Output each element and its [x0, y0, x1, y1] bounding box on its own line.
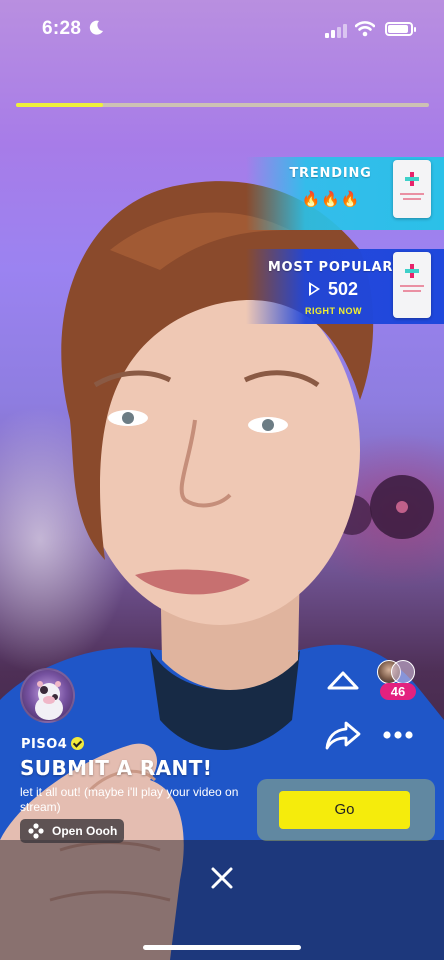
- play-count: 502: [276, 279, 391, 300]
- moon-icon: [89, 20, 103, 35]
- wifi-icon: [355, 21, 375, 37]
- creator-avatar[interactable]: [20, 668, 75, 723]
- battery-level-fill: [388, 25, 408, 33]
- verified-badge-icon: [71, 737, 85, 750]
- video-progress-bar[interactable]: [16, 103, 429, 107]
- most-popular-thumbnail: [393, 252, 431, 318]
- oooh-logo-icon: [405, 264, 419, 278]
- viewer-count-badge: 46: [380, 683, 416, 700]
- play-icon: [308, 282, 320, 296]
- cellular-signal-icon: [325, 24, 347, 38]
- chevron-up-icon[interactable]: [325, 667, 361, 693]
- trending-thumbnail: [393, 160, 431, 218]
- most-popular-banner[interactable]: MOST POPULAR 502 RIGHT NOW: [246, 249, 444, 324]
- more-dots-icon[interactable]: [382, 728, 414, 742]
- video-screen[interactable]: 6:28 TRENDING 🔥🔥🔥 MOST POPULAR 502 RIGHT…: [0, 0, 444, 960]
- open-oooh-label: Open Oooh: [52, 824, 118, 838]
- creator-username-row[interactable]: PISO4: [21, 735, 85, 752]
- most-popular-subtitle: RIGHT NOW: [305, 306, 362, 316]
- battery-icon: [385, 22, 416, 36]
- share-arrow-icon[interactable]: [324, 720, 362, 750]
- post-headline: SUBMIT A RANT!: [20, 756, 213, 780]
- creator-username[interactable]: PISO4: [21, 737, 67, 752]
- video-progress-fill: [16, 103, 103, 107]
- close-icon[interactable]: [209, 865, 235, 891]
- go-button[interactable]: Go: [279, 791, 410, 829]
- open-oooh-button[interactable]: Open Oooh: [20, 819, 124, 843]
- go-button-highlight: Go: [257, 779, 435, 841]
- home-indicator[interactable]: [143, 945, 301, 950]
- trending-banner[interactable]: TRENDING 🔥🔥🔥: [246, 157, 444, 230]
- fire-icons: 🔥🔥🔥: [301, 191, 361, 208]
- status-bar: 6:28: [0, 0, 444, 60]
- play-count-value: 502: [327, 279, 359, 299]
- viewers-indicator[interactable]: 46: [377, 658, 419, 702]
- status-time: 6:28: [42, 18, 82, 39]
- oooh-logo-icon: [28, 823, 44, 839]
- post-description: let it all out! (maybe i'll play your vi…: [20, 785, 239, 814]
- oooh-logo-icon: [405, 172, 419, 186]
- viewer-avatar-placeholder: [391, 660, 415, 684]
- trending-title: TRENDING: [289, 166, 372, 181]
- most-popular-title: MOST POPULAR: [267, 260, 394, 275]
